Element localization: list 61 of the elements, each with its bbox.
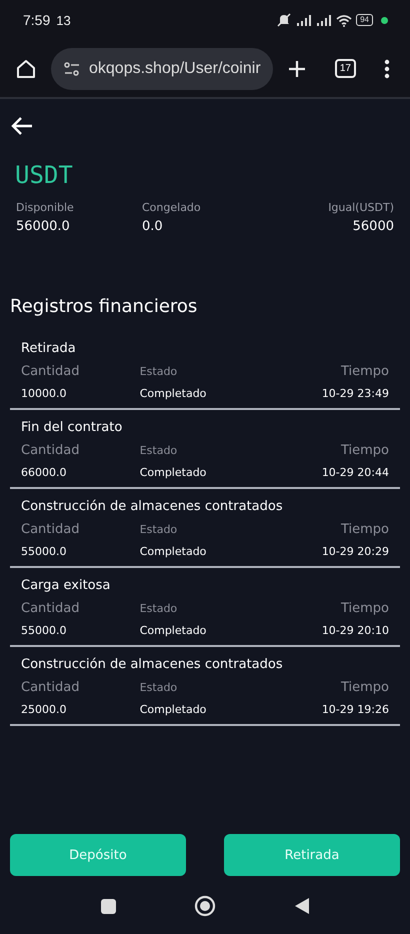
amount-value: 66000.0: [21, 466, 68, 479]
status-label: Estado: [140, 681, 178, 694]
time-label: Tiempo: [340, 522, 389, 537]
signal-icon: [316, 14, 332, 26]
time-value: 10-29 20:44: [320, 466, 389, 479]
time-value: 10-29 20:29: [320, 545, 389, 558]
plus-icon[interactable]: [286, 58, 307, 78]
status-value: Completado: [140, 466, 208, 479]
signal-icon: [296, 14, 312, 26]
wifi-icon: [336, 14, 352, 26]
url-field[interactable]: okqops.shop/User/coinir: [51, 48, 273, 90]
record-title: Construcción de almacenes contratados: [21, 499, 284, 514]
status-label: Estado: [140, 365, 178, 378]
status-text: 13: [56, 12, 71, 28]
balance-label: Congelado: [142, 201, 202, 214]
time-label: Tiempo: [340, 680, 389, 695]
tab-count-button[interactable]: 17: [334, 59, 356, 78]
time-label: Tiempo: [340, 364, 389, 379]
record-title: Fin del contrato: [21, 420, 124, 435]
balance-label: Disponible: [16, 201, 75, 214]
balance-label: Igual(USDT): [328, 201, 394, 214]
tune-icon: [63, 62, 81, 76]
time-value: 10-29 23:49: [320, 387, 389, 400]
status-label: Estado: [140, 602, 178, 615]
time-value: 10-29 20:10: [320, 624, 389, 637]
amount-label: Cantidad: [21, 522, 80, 537]
mute-icon: [276, 13, 292, 27]
battery-icon: 94: [356, 14, 373, 26]
time-label: Tiempo: [340, 601, 389, 616]
menu-icon[interactable]: [384, 58, 390, 78]
time-value: 10-29 19:26: [320, 703, 389, 716]
back-arrow-icon[interactable]: [11, 117, 33, 135]
status-value: Completado: [140, 387, 208, 400]
amount-value: 55000.0: [21, 545, 68, 558]
status-dot-icon: [381, 16, 388, 24]
amount-label: Cantidad: [21, 364, 80, 379]
back-triangle-icon[interactable]: [294, 897, 310, 915]
status-value: Completado: [140, 545, 208, 558]
currency-title: USDT: [15, 161, 74, 189]
status-label: Estado: [140, 523, 178, 536]
amount-label: Cantidad: [21, 443, 80, 458]
record-title: Construcción de almacenes contratados: [21, 657, 284, 672]
section-title: Registros financieros: [10, 296, 198, 317]
home-circle-icon[interactable]: [194, 895, 216, 917]
amount-label: Cantidad: [21, 680, 80, 695]
recents-icon[interactable]: [100, 898, 116, 914]
balance-value: 56000.0: [16, 219, 71, 234]
amount-value: 10000.0: [21, 387, 68, 400]
record-title: Retirada: [21, 341, 77, 356]
amount-value: 55000.0: [21, 624, 68, 637]
balance-value: 0.0: [142, 219, 164, 234]
record-title: Carga exitosa: [21, 578, 112, 593]
home-icon[interactable]: [15, 58, 37, 80]
balance-value: 56000: [352, 219, 394, 234]
time-label: Tiempo: [340, 443, 389, 458]
amount-value: 25000.0: [21, 703, 68, 716]
amount-label: Cantidad: [21, 601, 80, 616]
status-value: Completado: [140, 624, 208, 637]
status-value: Completado: [140, 703, 208, 716]
status-label: Estado: [140, 444, 178, 457]
status-time: 7:59: [23, 12, 50, 28]
